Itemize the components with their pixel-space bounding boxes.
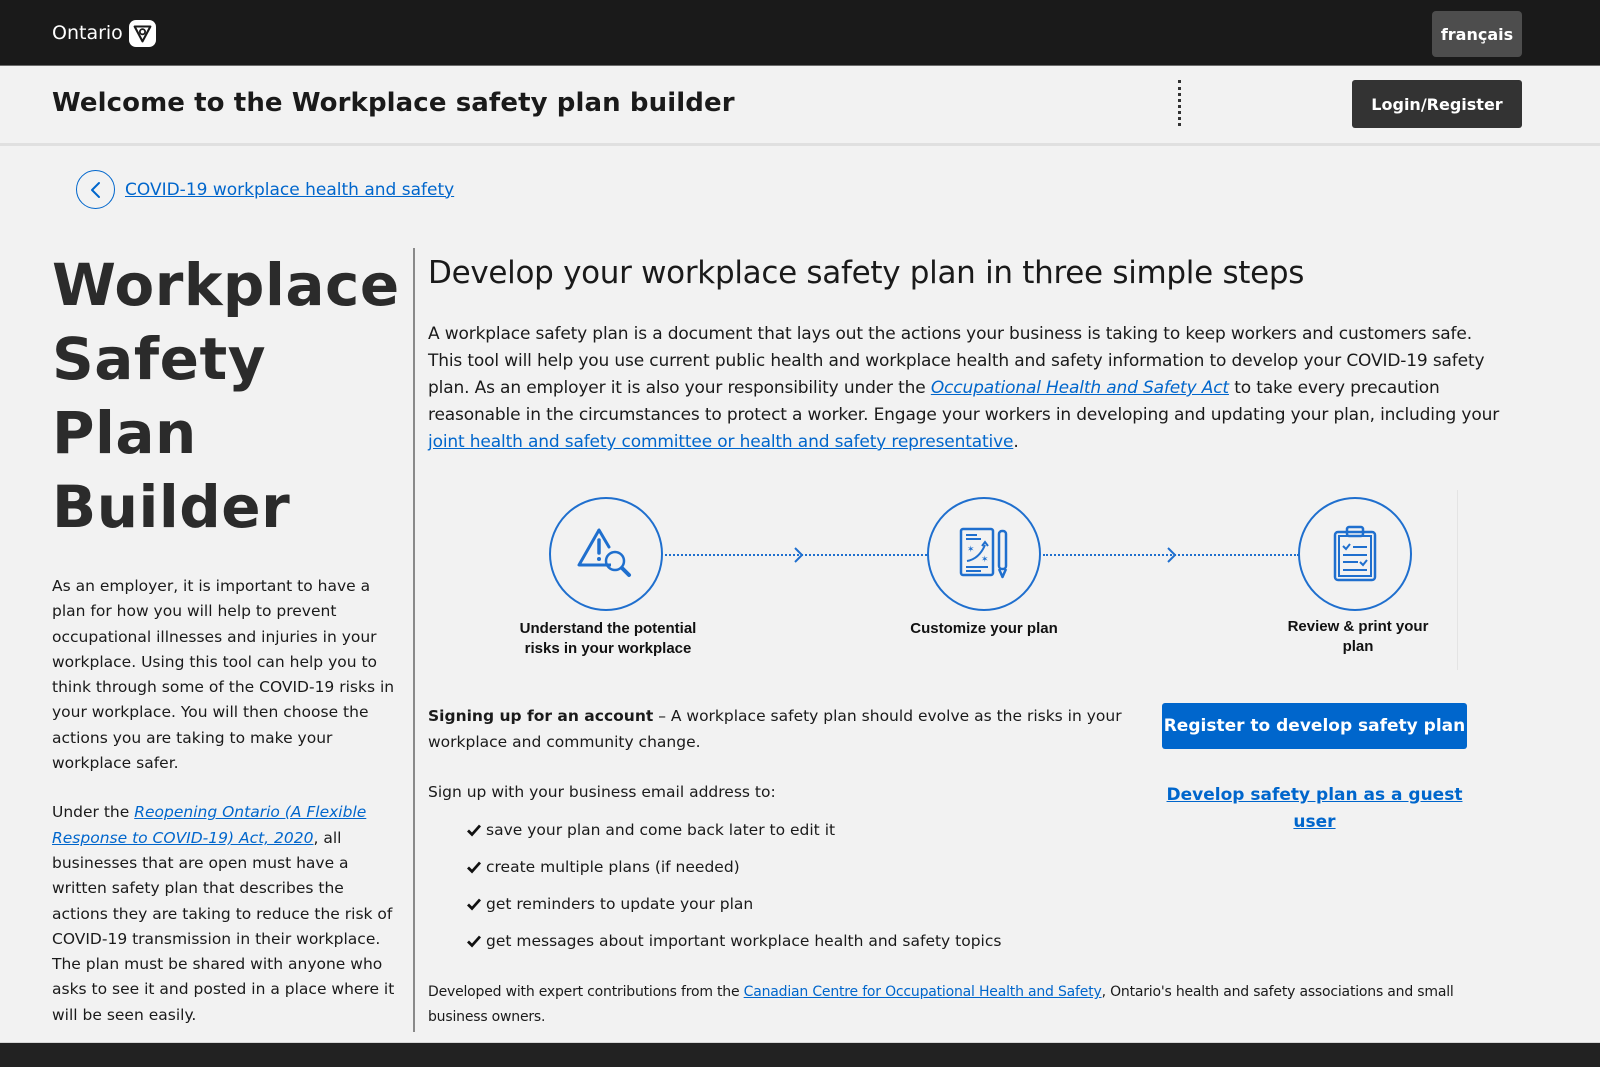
page-title-line: Workplace [52, 251, 400, 319]
main-content: Develop your workplace safety plan in th… [428, 255, 1508, 456]
step-1-circle [549, 497, 663, 611]
text: Under the [52, 803, 135, 822]
chevron-left-icon[interactable] [76, 170, 115, 209]
signup-title: Signing up for an account [428, 707, 654, 725]
checkmark-icon [467, 898, 482, 911]
credits-paragraph: Developed with expert contributions from… [428, 980, 1508, 1030]
page-title-line: Safety Plan [52, 325, 267, 467]
list-item: create multiple plans (if needed) [466, 848, 1138, 885]
benefit-text: get reminders to update your plan [486, 894, 754, 913]
text: Developed with expert contributions from… [428, 984, 744, 1000]
text: . [1013, 432, 1019, 452]
reopening-act-paragraph: Under the Reopening Ontario (A Flexible … [52, 800, 397, 1028]
guest-user-link[interactable]: Develop safety plan as a guest user [1162, 782, 1467, 836]
back-navigation[interactable]: COVID-19 workplace health and safety [76, 170, 454, 209]
ontario-logo[interactable]: Ontario [52, 19, 156, 47]
trillium-icon [128, 19, 156, 47]
step-2-label: Customize your plan [910, 620, 1058, 637]
steps-diagram: Understand the potential risks in your w… [428, 490, 1458, 670]
benefit-text: create multiple plans (if needed) [486, 857, 740, 876]
signup-lead: Sign up with your business email address… [428, 783, 776, 801]
intro-paragraph: A workplace safety plan is a document th… [428, 321, 1508, 456]
checkmark-icon [467, 935, 482, 948]
login-register-button[interactable]: Login/Register [1352, 80, 1522, 128]
arrow-right-icon [794, 547, 804, 563]
arrow-right-icon [1167, 547, 1177, 563]
page-title-line: Builder [52, 473, 291, 541]
page-title: Workplace Safety Plan Builder [52, 248, 400, 544]
plan-strategy-icon: ✶ ✶ [959, 527, 1008, 579]
step-2-circle: ✶ ✶ [927, 497, 1041, 611]
clipboard-checklist-icon [1333, 525, 1377, 582]
signup-description: Signing up for an account – A workplace … [428, 703, 1138, 755]
list-item: get reminders to update your plan [466, 885, 1138, 922]
step-3-label: Review & print your plan [1258, 617, 1458, 657]
back-link[interactable]: COVID-19 workplace health and safety [125, 180, 454, 200]
checkmark-icon [467, 824, 482, 837]
steps-heading: Develop your workplace safety plan in th… [428, 255, 1305, 291]
list-item: get messages about important workplace h… [466, 922, 1138, 959]
step-3-circle [1298, 497, 1412, 611]
step-1-label: Understand the potential risks in your w… [519, 620, 697, 657]
benefit-text: get messages about important workplace h… [486, 931, 1002, 950]
text: , all businesses that are open must have… [52, 828, 395, 1024]
jhsc-link[interactable]: joint health and safety committee or hea… [428, 432, 1013, 452]
header-divider [1178, 80, 1181, 126]
warning-search-icon [577, 528, 631, 577]
ohsa-link[interactable]: Occupational Health and Safety Act [931, 378, 1229, 398]
register-button[interactable]: Register to develop safety plan [1162, 703, 1467, 749]
app-title: Welcome to the Workplace safety plan bui… [52, 88, 735, 118]
list-item: save your plan and come back later to ed… [466, 811, 1138, 848]
ontario-header: Ontario français [0, 0, 1600, 66]
language-toggle-button[interactable]: français [1432, 11, 1522, 57]
app-header: Welcome to the Workplace safety plan bui… [0, 66, 1600, 146]
logo-text: Ontario [52, 22, 123, 44]
signup-section: Signing up for an account – A workplace … [428, 703, 1138, 959]
ccohs-link[interactable]: Canadian Centre for Occupational Health … [744, 984, 1102, 1000]
employer-intro-paragraph: As an employer, it is important to have … [52, 577, 395, 773]
benefit-text: save your plan and come back later to ed… [486, 820, 836, 839]
benefits-list: save your plan and come back later to ed… [466, 811, 1138, 959]
column-divider [413, 248, 415, 1032]
checkmark-icon [467, 861, 482, 874]
left-column: Workplace Safety Plan Builder As an empl… [52, 248, 400, 1028]
svg-text:✶: ✶ [967, 545, 975, 555]
text: Review & print your plan [1287, 618, 1429, 655]
page-footer [0, 1042, 1600, 1067]
svg-text:✶: ✶ [981, 555, 989, 565]
